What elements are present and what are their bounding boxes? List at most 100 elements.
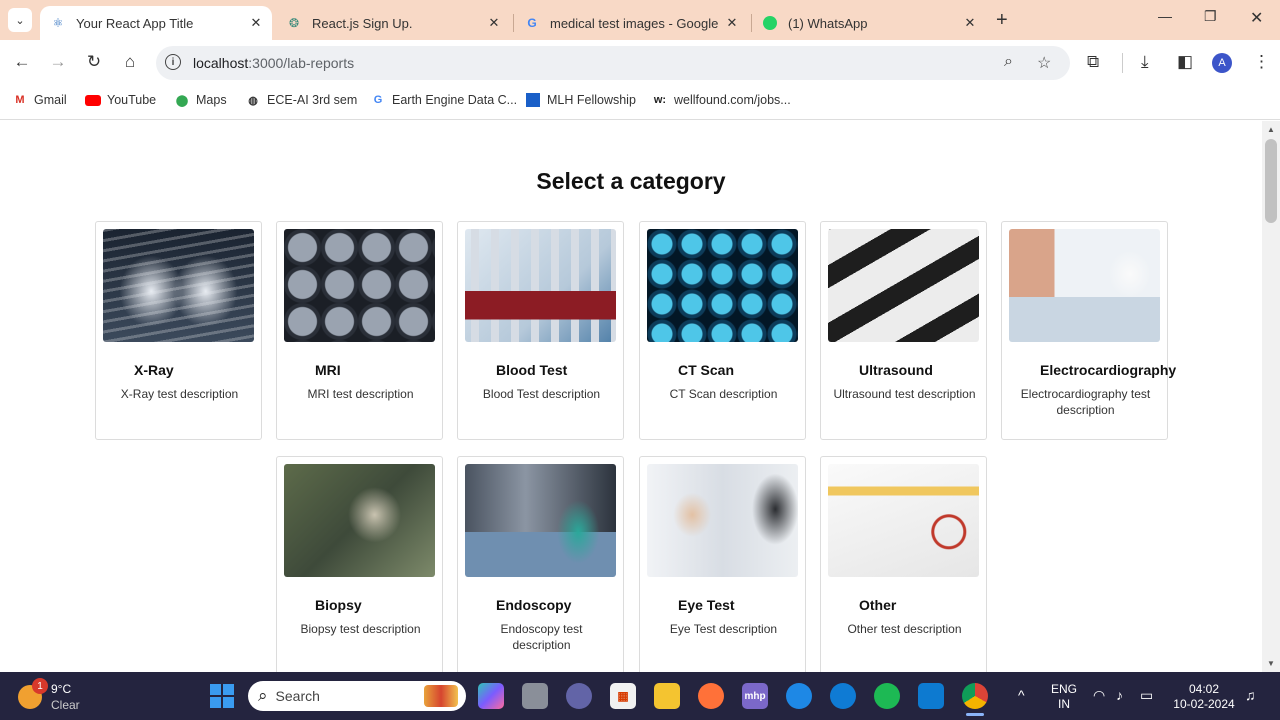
file-explorer-icon[interactable] xyxy=(654,683,680,709)
language-indicator[interactable]: ENG IN xyxy=(1048,682,1080,712)
category-name: Electrocardiography xyxy=(1040,362,1177,378)
downloads-icon[interactable]: ⤓ xyxy=(1141,52,1149,72)
category-card-xray[interactable]: X-Ray X-Ray test description xyxy=(95,221,262,440)
windows-taskbar xyxy=(0,672,1280,720)
edge-icon[interactable] xyxy=(830,683,856,709)
taskbar-search-box[interactable]: ⌕ Search xyxy=(248,681,466,711)
bookmark-earth-engine[interactable]: G Earth Engine Data C... xyxy=(370,92,517,108)
windows-start-icon[interactable] xyxy=(209,683,235,709)
bookmark-label: wellfound.com/jobs... xyxy=(674,93,791,107)
clock[interactable]: 04:02 10-02-2024 xyxy=(1170,682,1238,712)
mhp-app-icon[interactable]: mhp xyxy=(742,683,768,709)
weather-app-icon[interactable] xyxy=(786,683,812,709)
extensions-puzzle-icon[interactable]: ⧉ xyxy=(1087,52,1099,72)
chrome-icon[interactable] xyxy=(962,683,988,709)
minimize-window-icon[interactable]: — xyxy=(1158,8,1172,24)
region-line: IN xyxy=(1058,697,1070,711)
task-view-icon[interactable] xyxy=(522,683,548,709)
weather-moon-icon: 1 xyxy=(18,678,48,709)
tab-react-signup[interactable]: ❂ React.js Sign Up. ✕ xyxy=(276,6,510,40)
reload-icon[interactable]: ↻ xyxy=(82,52,106,72)
url-text[interactable]: localhost:3000/lab-reports xyxy=(193,55,354,71)
category-card-ultrasound[interactable]: Ultrasound Ultrasound test description xyxy=(820,221,987,440)
bookmark-ece-ai[interactable]: ◍ ECE-AI 3rd sem xyxy=(245,92,357,108)
bookmark-youtube[interactable]: YouTube xyxy=(85,92,156,108)
restore-window-icon[interactable]: ❐ xyxy=(1204,8,1217,25)
scroll-down-arrow-icon[interactable]: ▼ xyxy=(1267,659,1275,668)
category-description: MRI test description xyxy=(307,387,414,401)
forward-arrow-icon[interactable]: → xyxy=(46,52,70,72)
category-card-endoscopy[interactable]: Endoscopy Endoscopy test description xyxy=(457,456,624,686)
tab-your-react-app[interactable]: ⚛ Your React App Title ✕ xyxy=(40,6,272,40)
scrollbar-thumb[interactable] xyxy=(1265,139,1277,223)
profile-avatar[interactable]: A xyxy=(1212,53,1232,73)
category-description: Blood Test description xyxy=(482,387,601,401)
category-name: MRI xyxy=(315,362,341,378)
site-info-icon[interactable]: i xyxy=(165,54,181,70)
category-card-mri[interactable]: MRI MRI test description xyxy=(276,221,443,440)
clock-date: 10-02-2024 xyxy=(1173,697,1235,711)
category-name: Eye Test xyxy=(678,597,735,613)
tab-search-chevron-icon[interactable]: ⌄ xyxy=(8,8,32,32)
eye-test-image xyxy=(647,464,798,577)
copilot-icon[interactable] xyxy=(478,683,504,709)
category-name: Endoscopy xyxy=(496,597,572,613)
category-name: Ultrasound xyxy=(859,362,933,378)
home-icon[interactable]: ⌂ xyxy=(118,52,142,72)
category-card-other[interactable]: Other Other test description xyxy=(820,456,987,686)
tab-title: (1) WhatsApp xyxy=(788,15,868,31)
tab-title: Your React App Title xyxy=(76,15,194,31)
search-icon: ⌕ xyxy=(258,686,268,705)
category-card-blood-test[interactable]: Blood Test Blood Test description xyxy=(457,221,624,440)
bookmark-maps[interactable]: ⬤ Maps xyxy=(174,92,227,108)
teams-chat-icon[interactable] xyxy=(566,683,592,709)
close-tab-icon[interactable]: ✕ xyxy=(484,15,504,31)
bookmark-gmail[interactable]: M Gmail xyxy=(12,92,66,108)
side-panel-icon[interactable]: ◧ xyxy=(1177,52,1193,72)
category-name: X-Ray xyxy=(134,362,174,378)
close-tab-icon[interactable]: ✕ xyxy=(960,15,980,31)
vscode-icon[interactable] xyxy=(918,683,944,709)
tab-google-search[interactable]: G medical test images - Google S ✕ xyxy=(514,6,748,40)
scroll-up-arrow-icon[interactable]: ▲ xyxy=(1267,125,1275,134)
bookmark-label: MLH Fellowship xyxy=(547,93,636,107)
firefox-icon[interactable] xyxy=(698,683,724,709)
category-card-electrocardiography[interactable]: Electrocardiography Electrocardiography … xyxy=(1001,221,1176,440)
page-scrollbar[interactable]: ▲ ▼ xyxy=(1262,121,1280,672)
bookmark-wellfound[interactable]: w: wellfound.com/jobs... xyxy=(652,92,791,108)
close-tab-icon[interactable]: ✕ xyxy=(722,15,742,31)
tray-overflow-chevron-icon[interactable]: ^ xyxy=(1018,688,1025,703)
youtube-icon xyxy=(85,92,101,108)
volume-icon[interactable]: ♪ xyxy=(1116,688,1123,703)
kebab-menu-icon[interactable]: ⋮ xyxy=(1253,52,1270,72)
category-card-ct-scan[interactable]: CT Scan CT Scan description xyxy=(639,221,806,440)
bookmark-star-icon[interactable]: ☆ xyxy=(1037,53,1051,73)
back-arrow-icon[interactable]: ← xyxy=(10,52,34,72)
weather-temperature: 9°C xyxy=(51,682,72,696)
new-tab-plus-icon[interactable]: + xyxy=(996,9,1008,32)
wifi-icon[interactable]: ◠ xyxy=(1093,688,1105,703)
battery-icon[interactable]: ▭ xyxy=(1140,688,1153,703)
active-app-indicator xyxy=(966,713,984,716)
mlh-flag-icon xyxy=(525,92,541,108)
close-tab-icon[interactable]: ✕ xyxy=(246,15,266,31)
url-path: :3000/lab-reports xyxy=(248,55,355,71)
category-name: Other xyxy=(859,597,897,613)
search-placeholder: Search xyxy=(275,688,320,704)
gmail-icon: M xyxy=(15,94,25,106)
weather-widget[interactable]: 1 9°C Clear xyxy=(18,678,80,713)
close-window-icon[interactable]: ✕ xyxy=(1250,8,1263,28)
notification-bell-icon[interactable]: ♫ xyxy=(1245,688,1256,703)
ultrasound-image xyxy=(828,229,979,342)
microsoft-store-icon[interactable]: ▦ xyxy=(610,683,636,709)
category-card-biopsy[interactable]: Biopsy Biopsy test description xyxy=(276,456,443,686)
category-card-eye-test[interactable]: Eye Test Eye Test description xyxy=(639,456,806,686)
tab-whatsapp[interactable]: (1) WhatsApp ✕ xyxy=(752,6,986,40)
category-description: Other test description xyxy=(847,622,962,636)
bookmark-mlh[interactable]: MLH Fellowship xyxy=(525,92,636,108)
spotify-icon[interactable] xyxy=(874,683,900,709)
zoom-icon[interactable]: ⌕ xyxy=(1004,53,1013,71)
ct-scan-image xyxy=(647,229,798,342)
address-bar[interactable]: i localhost:3000/lab-reports ⌕ ☆ xyxy=(156,46,1070,80)
blood-test-image xyxy=(465,229,616,342)
